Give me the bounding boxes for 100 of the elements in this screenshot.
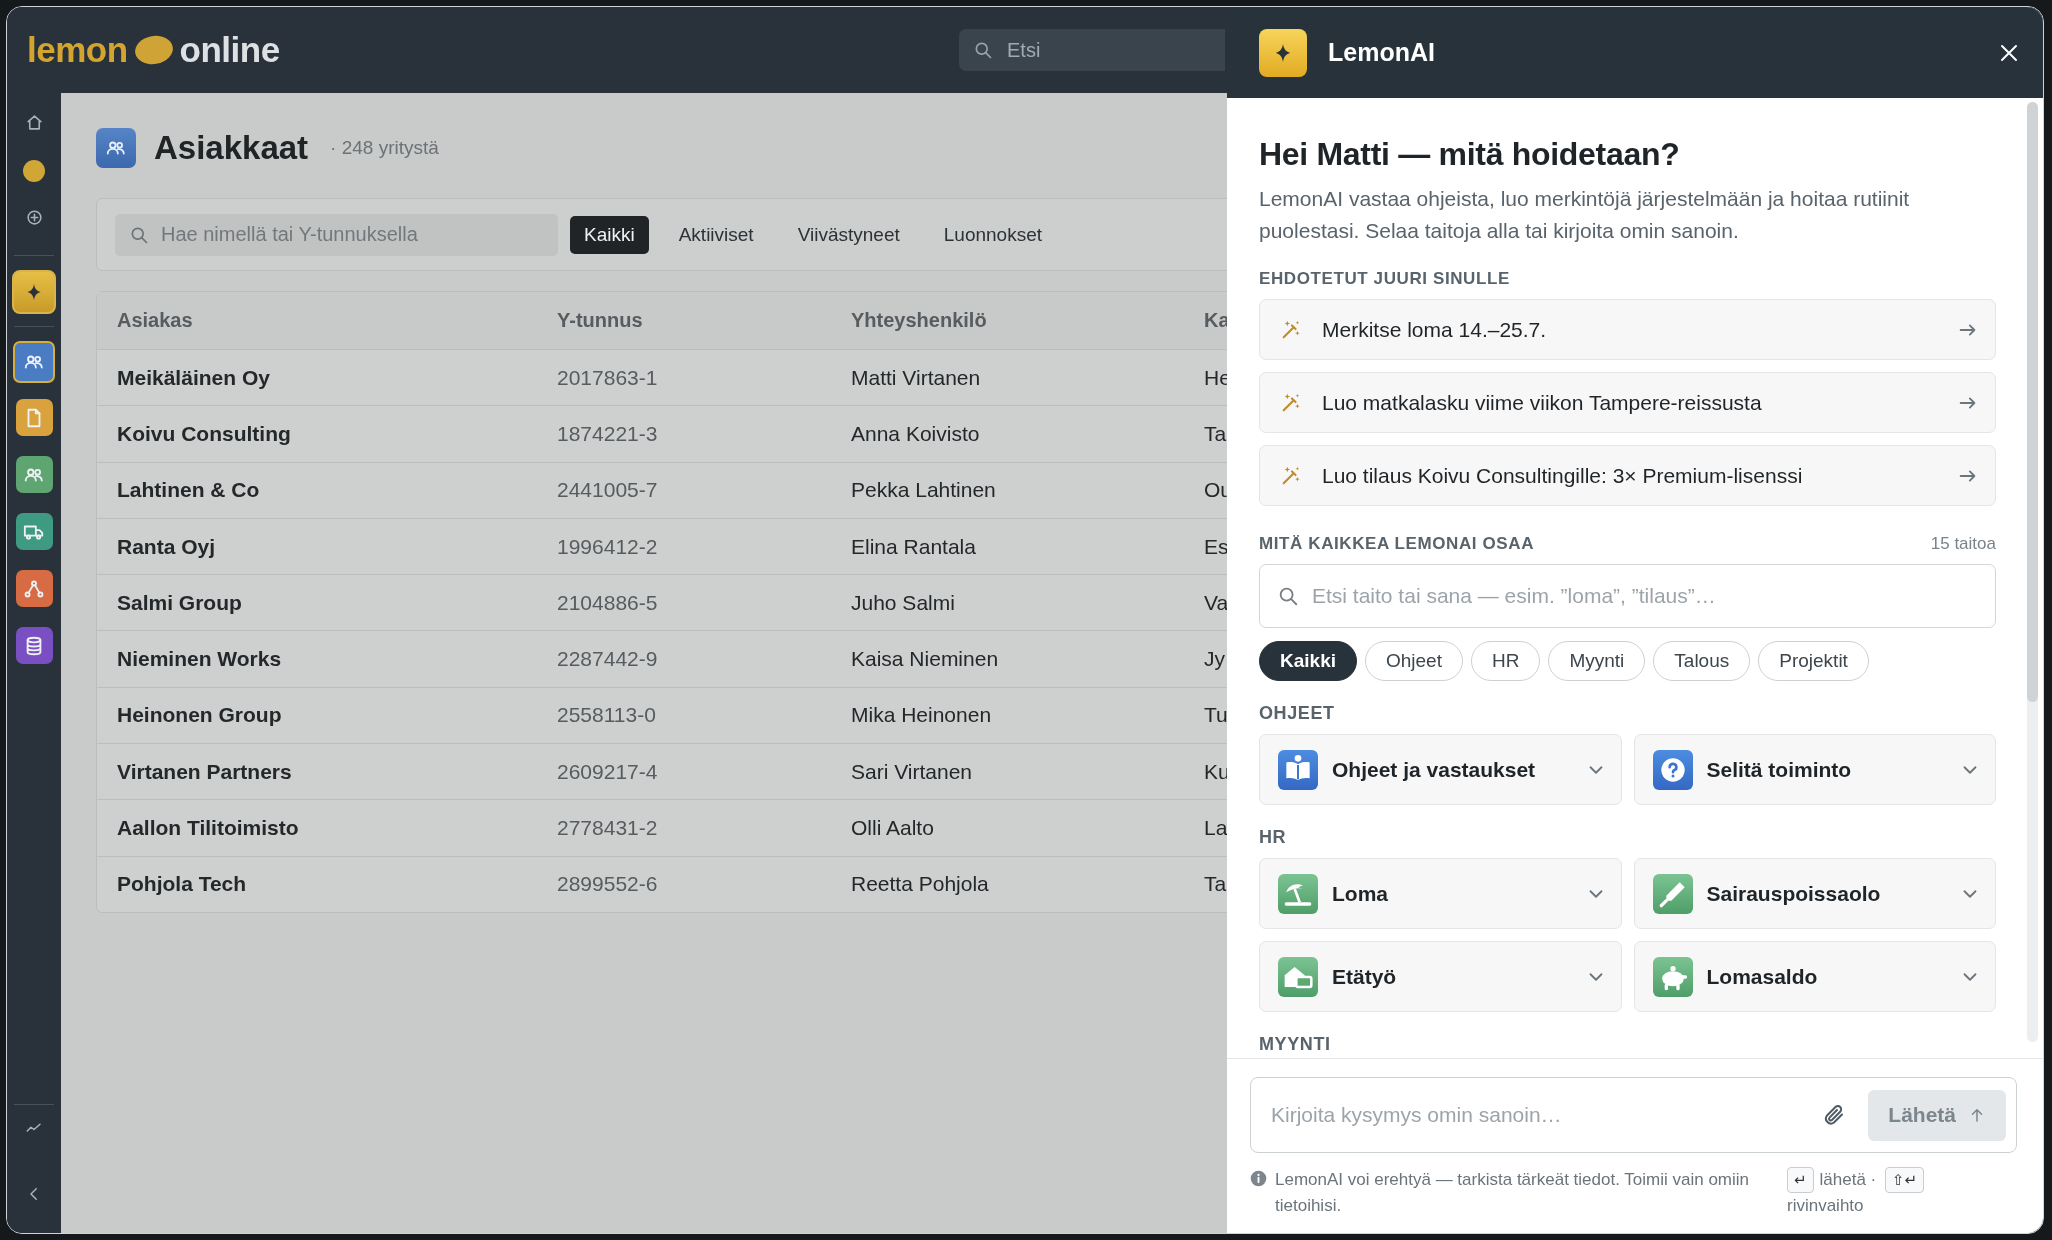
table-cell-text: 1874221-3 [557,421,659,446]
intro-text: LemonAI vastaa ohjeista, luo merkintöjä järjestelmään ja hoitaa rutiinit puolestasi. Selaa taitoja alla tai kirjoita omin sanoin. [1259,186,1911,244]
group-label: MYYNTI [1259,1034,1332,1055]
table-cell-text: Salmi Group [117,590,243,615]
skill-card[interactable]: Lomasaldo [1633,941,1996,1012]
table-cell-text: 2441005-7 [557,478,659,503]
scrollbar[interactable] [2027,102,2038,1042]
group-label: HR [1259,827,1288,848]
logo-text: lemon [27,30,128,70]
group-label: OHJEET [1259,703,1336,724]
table-cell-text: Lahtinen & Co [117,478,261,503]
book-icon [1278,749,1318,790]
info-icon [1250,1170,1267,1187]
app-button[interactable] [15,399,53,436]
piggy-bank-icon [1652,956,1693,997]
filter-chip[interactable]: Projektit [1758,641,1869,681]
key-hint: ↵ [1787,1167,1814,1193]
filter-tab[interactable]: Viivästyneet [783,215,914,254]
app-button[interactable] [15,627,53,664]
table-cell-text: Sari Virtanen [851,759,974,784]
thermometer-icon [1652,873,1693,914]
greeting-heading: Hei Matti — mitä hoidetaan? [1259,136,1681,173]
beach-umbrella-icon [1278,873,1318,914]
table-cell-text: Aallon Tilitoimisto [117,816,300,840]
table-cell: Va [1204,590,1229,615]
skill-card[interactable]: Ohjeet ja vastaukset [1259,734,1622,805]
table-cell-text: 2778431-2 [557,816,659,840]
table-cell-text: Anna Koivisto [851,421,981,446]
message-field[interactable]: Kirjoita kysymys omin sanoin… [1269,1102,1815,1128]
filter-chip[interactable]: Kaikki [1259,641,1357,681]
table-cell-text: 2287442-9 [557,647,659,672]
table-cell-text: Olli Aalto [851,816,935,840]
add-icon [24,208,44,227]
table-cell: Es [1204,534,1229,559]
table-cell: La [1204,816,1228,840]
search-icon [973,40,993,60]
table-cell-text: Heinonen Group [117,703,283,728]
column-header: Asiakas [117,309,194,332]
column-header: Yhteyshenkilö [851,309,988,332]
page-title: Asiakkaat [154,129,309,167]
skill-card[interactable]: Selitä toiminto [1633,734,1996,805]
wand-icon [1280,318,1302,341]
table-cell-text: Meikäläinen Oy [117,365,271,390]
filter-tab[interactable]: Luonnokset [929,215,1056,254]
app-button[interactable] [13,341,55,383]
section-label: EHDOTETUT JUURI SINULLE [1259,269,1511,289]
table-cell: Jy [1204,647,1225,672]
table-cell-text: 1996412-2 [557,534,659,559]
skill-search-field[interactable]: Etsi taito tai sana — esim. ”loma”, ”tilaus”… [1259,564,1996,628]
table-cell-text: Elina Rantala [851,534,977,559]
filter-chip[interactable]: Myynti [1548,641,1646,681]
home-icon [24,113,44,132]
help-icon [1652,749,1693,790]
app-button[interactable] [15,570,53,607]
suggestion-button[interactable]: Luo tilaus Koivu Consultingille: 3× Premium-lisenssi [1259,445,1996,506]
table-cell-text: Ranta Oyj [117,534,217,559]
hint-label: lähetä · [1819,1170,1877,1189]
house-icon [1278,956,1318,997]
filter-tab[interactable]: Kaikki [570,215,649,254]
table-cell-text: Pohjola Tech [117,872,248,897]
app-button[interactable] [15,456,53,493]
skill-card[interactable]: Etätyö [1259,941,1622,1012]
wand-icon [1280,464,1302,487]
skill-card[interactable]: Sairauspoissaolo [1633,858,1996,929]
panel-title: LemonAI [1328,38,1435,67]
skill-card[interactable]: Loma [1259,858,1622,929]
search-field[interactable]: Etsi [959,29,1225,71]
filter-tab[interactable]: Aktiiviset [664,215,768,254]
table-cell-text: 2104886-5 [557,590,659,615]
table-cell-text: 2899552-6 [557,872,659,897]
table-cell-text: Pekka Lahtinen [851,478,997,503]
assistant-button[interactable] [12,270,56,314]
table-cell-text: Virtanen Partners [117,759,293,784]
table-cell: Tu [1204,703,1228,728]
search-icon [1277,585,1299,607]
search-field[interactable]: Hae nimellä tai Y-tunnuksella [115,213,558,256]
wand-icon [1280,391,1302,414]
table-cell-text: Matti Virtanen [851,365,982,390]
logo-text: online [179,30,280,70]
record-count: · 248 yritystä [330,137,439,159]
table-cell: Ta [1204,421,1227,446]
table-cell-text: Juho Salmi [851,590,956,615]
table-cell-text: Reetta Pohjola [851,872,990,897]
table-cell-text: 2558113-0 [557,703,657,728]
suggestion-button[interactable]: Luo matkalasku viime viikon Tampere-reissusta [1259,372,1996,433]
section-label: MITÄ KAIKKEA LEMONAI OSAA [1259,534,1535,554]
filter-chip[interactable]: HR [1470,641,1541,681]
table-cell-text: Mika Heinonen [851,703,993,728]
table-cell-text: 2609217-4 [557,759,659,784]
suggestion-button[interactable]: Merkitse loma 14.–25.7. [1259,299,1996,360]
table-cell-text: 2017863-1 [557,365,659,390]
table-cell-text: Nieminen Works [117,647,283,672]
app-button[interactable] [15,513,53,550]
filter-chip[interactable]: Talous [1653,641,1751,681]
table-cell-text: Kaisa Nieminen [851,647,1000,672]
filter-chip[interactable]: Ohjeet [1365,641,1463,681]
table-cell: Ta [1204,872,1227,897]
disclaimer-text: LemonAI voi erehtyä — tarkista tärkeät tiedot. Toimii vain omiin tietoihisi. [1275,1169,1750,1217]
column-header: Y-tunnus [557,309,644,332]
hint-label: rivinvaihto [1787,1196,1864,1215]
